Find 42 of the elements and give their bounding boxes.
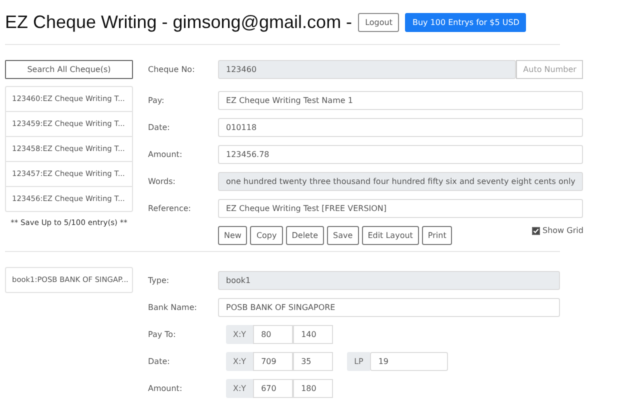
x-field[interactable]: 80	[253, 325, 294, 344]
page-title: EZ Cheque Writing - gimsong@gmail.com -	[5, 12, 352, 32]
show-grid-checkbox[interactable]	[532, 226, 540, 234]
field-label: Amount:	[148, 384, 184, 393]
y-field[interactable]: 35	[293, 352, 334, 371]
action-button[interactable]: Print	[422, 226, 452, 245]
action-button[interactable]: Delete	[286, 226, 324, 245]
input-field[interactable]: 123456.78	[218, 145, 584, 164]
field-label: Reference:	[148, 204, 192, 213]
lp-prefix: LP	[347, 352, 370, 371]
search-cheques-button[interactable]: Search All Cheque(s)	[5, 60, 133, 79]
field-label: Pay:	[148, 96, 166, 105]
field-label: Words:	[148, 177, 176, 186]
input-field[interactable]: 010118	[218, 118, 584, 137]
input-field[interactable]: one hundred twenty three thousand four hundred fifty six and seventy eight cents only	[218, 172, 584, 191]
field-label: Date:	[148, 357, 171, 366]
action-button[interactable]: Save	[327, 226, 359, 245]
action-button[interactable]: Copy	[250, 226, 283, 245]
y-field[interactable]: 140	[293, 325, 334, 344]
cheque-number-field[interactable]: 123460	[218, 60, 516, 79]
xy-prefix: X:Y	[226, 379, 254, 398]
field-label: Pay To:	[148, 330, 177, 339]
lp-field[interactable]: 19	[370, 352, 448, 371]
y-field[interactable]: 180	[293, 379, 334, 398]
x-field[interactable]: 709	[253, 352, 294, 371]
field-label: Date:	[148, 123, 171, 132]
field-label: Bank Name:	[148, 303, 198, 312]
logout-button[interactable]: Logout	[358, 12, 400, 32]
action-button[interactable]: New	[218, 226, 248, 245]
field-label: Amount:	[148, 150, 184, 159]
input-field[interactable]: EZ Cheque Writing Test Name 1	[218, 91, 584, 110]
xy-prefix: X:Y	[226, 325, 254, 344]
input-field[interactable]: EZ Cheque Writing Test [FREE VERSION]	[218, 199, 584, 218]
buy-button[interactable]: Buy 100 Entrys for $5 USD	[405, 12, 526, 32]
action-button[interactable]: Edit Layout	[362, 226, 419, 245]
field-label: Type:	[148, 276, 170, 285]
xy-prefix: X:Y	[226, 352, 254, 371]
input-field[interactable]: POSB BANK OF SINGAPORE	[218, 298, 560, 317]
field-label: Cheque No:	[148, 65, 196, 74]
x-field[interactable]: 670	[253, 379, 294, 398]
input-field[interactable]: book1	[218, 271, 560, 290]
show-grid-label: Show Grid	[542, 226, 584, 235]
